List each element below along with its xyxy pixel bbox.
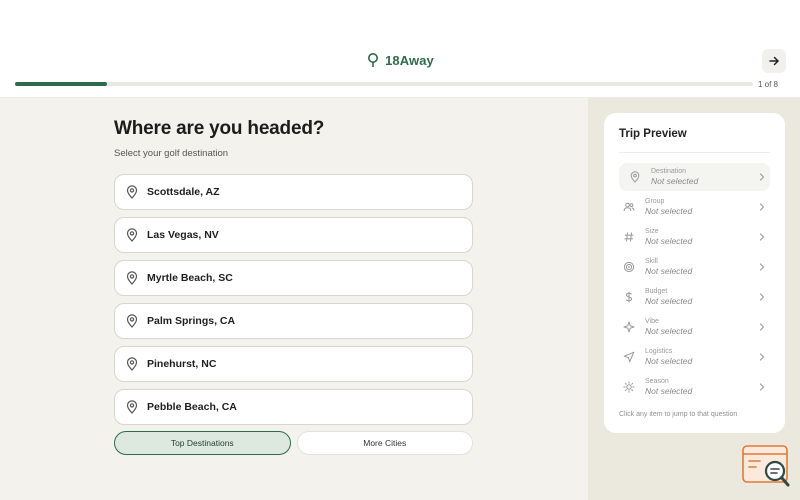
trip-preview-card: Trip Preview Destination Not selected Gro… xyxy=(604,113,785,433)
preview-item-label: Season xyxy=(645,378,669,385)
preview-item-label: Size xyxy=(645,228,659,235)
destination-option-scottsdale[interactable]: Scottsdale, AZ xyxy=(114,174,473,210)
preview-hint: Click any item to jump to that question xyxy=(619,411,738,418)
chevron-right-icon xyxy=(758,172,766,182)
sidebar: Trip Preview Destination Not selected Gro… xyxy=(588,98,800,500)
chevron-right-icon xyxy=(758,232,766,242)
chevron-right-icon xyxy=(758,262,766,272)
destination-label: Pinehurst, NC xyxy=(147,358,217,370)
destination-tabs: Top Destinations More Cities xyxy=(114,431,473,455)
preview-item-destination[interactable]: Destination Not selected xyxy=(619,163,770,191)
golf-pin-icon xyxy=(366,52,380,68)
destination-option-pebble-beach[interactable]: Pebble Beach, CA xyxy=(114,389,473,425)
sparkle-icon xyxy=(623,321,635,333)
preview-item-vibe[interactable]: Vibe Not selected xyxy=(619,313,770,341)
destination-option-myrtle-beach[interactable]: Myrtle Beach, SC xyxy=(114,260,473,296)
map-pin-icon xyxy=(125,271,139,285)
map-pin-icon xyxy=(125,228,139,242)
preview-item-skill[interactable]: Skill Not selected xyxy=(619,253,770,281)
preview-item-value: Not selected xyxy=(645,326,693,336)
map-pin-icon xyxy=(125,357,139,371)
destination-option-pinehurst[interactable]: Pinehurst, NC xyxy=(114,346,473,382)
next-button[interactable] xyxy=(762,49,786,73)
chevron-right-icon xyxy=(758,292,766,302)
main-panel: Where are you headed? Select your golf d… xyxy=(0,98,588,500)
trip-preview-title: Trip Preview xyxy=(619,128,687,140)
progress-fill xyxy=(15,82,108,86)
progress-bar xyxy=(15,82,753,86)
map-pin-icon xyxy=(629,171,641,183)
target-icon xyxy=(623,261,635,273)
preview-item-label: Budget xyxy=(645,288,668,295)
preview-item-label: Group xyxy=(645,198,665,205)
chevron-right-icon xyxy=(758,352,766,362)
preview-item-value: Not selected xyxy=(645,266,693,276)
preview-item-value: Not selected xyxy=(645,206,693,216)
hash-icon xyxy=(623,231,635,243)
tab-more-cities[interactable]: More Cities xyxy=(296,431,473,455)
trip-preview-list: Destination Not selected Group Not selecte… xyxy=(619,163,770,403)
feedback-widget[interactable] xyxy=(742,445,792,489)
destination-label: Scottsdale, AZ xyxy=(147,186,220,198)
preview-item-size[interactable]: Size Not selected xyxy=(619,223,770,251)
map-pin-icon xyxy=(125,400,139,414)
map-pin-icon xyxy=(125,185,139,199)
divider xyxy=(619,152,770,153)
step-counter: 1 of 8 xyxy=(757,80,778,89)
preview-item-label: Skill xyxy=(645,258,658,265)
sun-icon xyxy=(623,381,635,393)
page-subtitle: Select your golf destination xyxy=(114,148,229,159)
navigation-icon xyxy=(623,351,635,363)
top-header: 18Away 1 of 8 xyxy=(0,0,800,98)
preview-item-value: Not selected xyxy=(645,386,693,396)
preview-item-label: Destination xyxy=(651,168,687,175)
preview-item-value: Not selected xyxy=(645,356,693,366)
chevron-right-icon xyxy=(758,382,766,392)
destination-label: Palm Springs, CA xyxy=(147,315,236,327)
dollar-icon xyxy=(623,291,635,303)
users-icon xyxy=(623,201,635,213)
tab-top-destinations[interactable]: Top Destinations xyxy=(114,431,291,455)
chevron-right-icon xyxy=(758,202,766,212)
preview-item-logistics[interactable]: Logistics Not selected xyxy=(619,343,770,371)
arrow-right-icon xyxy=(768,55,780,67)
map-pin-icon xyxy=(125,314,139,328)
inspect-window-icon xyxy=(742,445,792,489)
preview-item-budget[interactable]: Budget Not selected xyxy=(619,283,770,311)
brand: 18Away xyxy=(0,52,800,68)
chevron-right-icon xyxy=(758,322,766,332)
destination-label: Las Vegas, NV xyxy=(147,229,219,241)
preview-item-season[interactable]: Season Not selected xyxy=(619,373,770,401)
preview-item-label: Vibe xyxy=(645,318,659,325)
destination-label: Myrtle Beach, SC xyxy=(147,272,233,284)
destination-label: Pebble Beach, CA xyxy=(147,401,237,413)
page-title: Where are you headed? xyxy=(114,118,325,139)
destination-option-palm-springs[interactable]: Palm Springs, CA xyxy=(114,303,473,339)
destination-list: Scottsdale, AZ Las Vegas, NV Myrtle Beac… xyxy=(114,174,473,432)
preview-item-group[interactable]: Group Not selected xyxy=(619,193,770,221)
preview-item-label: Logistics xyxy=(645,348,673,355)
preview-item-value: Not selected xyxy=(645,236,693,246)
preview-item-value: Not selected xyxy=(651,176,699,186)
preview-item-value: Not selected xyxy=(645,296,693,306)
destination-option-las-vegas[interactable]: Las Vegas, NV xyxy=(114,217,473,253)
brand-name: 18Away xyxy=(385,52,434,68)
